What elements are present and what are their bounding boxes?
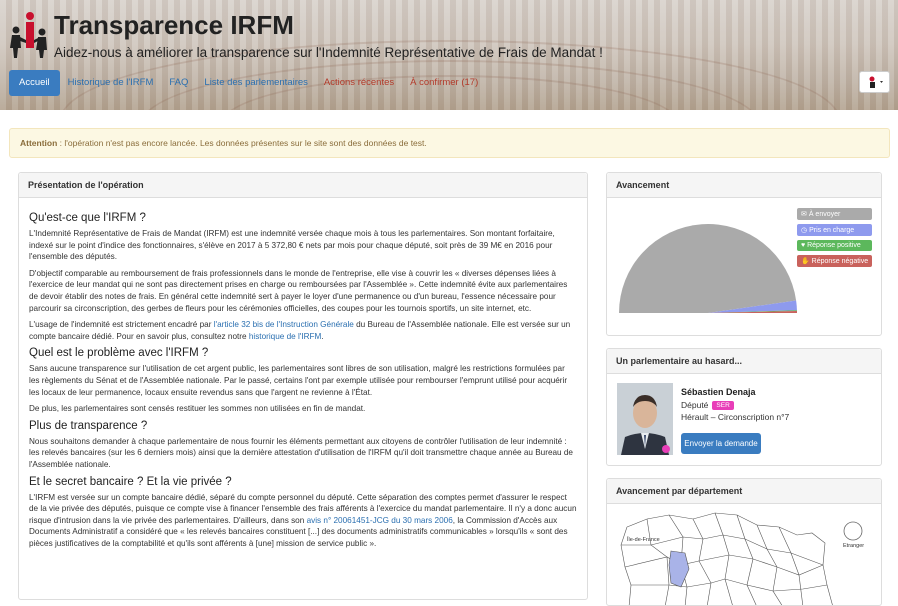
map-dept-line <box>692 518 712 605</box>
map-dept-line <box>714 512 733 605</box>
presentation-heading: Présentation de l'opération <box>19 173 587 198</box>
paragraph: L'usage de l'indemnité est strictement e… <box>29 319 577 342</box>
map-label-ile-de-france: Île-de-France <box>626 536 660 543</box>
map-dept-highlight[interactable] <box>668 550 690 588</box>
send-request-button[interactable]: Envoyer la demande <box>681 433 761 454</box>
main-nav: Accueil Historique de l'IRFM FAQ Liste d… <box>9 70 486 96</box>
legend-reponse-negative[interactable]: ✋ Réponse négative <box>797 255 873 267</box>
map-dept-line <box>624 554 824 576</box>
article-32-bis-link[interactable]: l'article 32 bis de l'Instruction Généra… <box>214 320 354 329</box>
avancement-panel: Avancement ✉ À envoyer ◷ Pris en charge … <box>606 172 882 336</box>
etranger-circle[interactable] <box>843 521 863 541</box>
paragraph: Sans aucune transparence sur l'utilisati… <box>29 364 568 397</box>
paragraph: Nous souhaitons demander à chaque parlem… <box>29 436 573 469</box>
legend-a-envoyer[interactable]: ✉ À envoyer <box>797 208 873 220</box>
site-header: Transparence IRFM Aidez-nous à améliorer… <box>0 0 898 110</box>
presentation-panel: Présentation de l'opération Qu'est-ce qu… <box>18 172 588 600</box>
text-span: . <box>321 331 324 341</box>
departement-panel: Avancement par département Île-de-France… <box>606 478 882 606</box>
user-avatar-icon <box>869 76 883 88</box>
map-dept-line <box>736 514 757 605</box>
deputy-role-label: Député <box>681 400 709 410</box>
cada-avis-link[interactable]: avis n° 20061451-JCG du 30 mars 2006 <box>307 516 453 525</box>
departement-heading: Avancement par département <box>607 479 881 504</box>
map-dept-line <box>756 524 783 605</box>
paragraph: L'IRFM est versée sur un compte bancaire… <box>29 492 577 550</box>
legend-label: Réponse négative <box>811 258 869 265</box>
tab-accueil[interactable]: Accueil <box>9 70 60 96</box>
paragraph: L'Indemnité Représentative de Frais de M… <box>29 229 555 262</box>
tab-historique[interactable]: Historique de l'IRFM <box>60 70 162 96</box>
section-title-probleme: Quel est le problème avec l'IRFM ? <box>29 347 209 360</box>
paragraph: De plus, les parlementaires sont censés … <box>29 404 366 414</box>
legend-pris-en-charge[interactable]: ◷ Pris en charge <box>797 224 873 236</box>
map-dept-line <box>631 578 828 592</box>
avancement-heading: Avancement <box>607 173 881 198</box>
deputy-portrait-icon <box>617 383 673 455</box>
random-deputy-heading: Un parlementaire au hasard... <box>607 349 881 374</box>
deputy-photo[interactable] <box>617 383 673 455</box>
slice-a-envoyer[interactable] <box>619 224 797 313</box>
historique-link[interactable]: historique de l'IRFM <box>249 332 322 341</box>
tab-liste-parlementaires[interactable]: Liste des parlementaires <box>196 70 316 96</box>
legend-label: Réponse positive <box>807 242 861 249</box>
logo-icon[interactable] <box>8 10 48 60</box>
map-dept-line <box>778 526 804 605</box>
map-dept-line <box>646 518 670 605</box>
france-departments-map[interactable]: Île-de-France Etranger <box>607 505 882 606</box>
map-border-north <box>626 512 833 605</box>
section-title-irfm: Qu'est-ce que l'IRFM ? <box>29 212 146 224</box>
legend-label: Pris en charge <box>809 227 855 234</box>
deputy-name[interactable]: Sébastien Denaja <box>681 387 756 397</box>
user-menu-button[interactable] <box>859 71 890 93</box>
random-deputy-panel: Un parlementaire au hasard... Sébastien … <box>606 348 882 466</box>
legend-reponse-positive[interactable]: ♥ Réponse positive <box>797 240 873 251</box>
site-title[interactable]: Transparence IRFM <box>54 10 294 41</box>
paragraph: D'objectif comparable au remboursement d… <box>29 268 568 313</box>
avancement-half-pie-chart <box>619 224 797 313</box>
tab-a-confirmer[interactable]: À confirmer (17) <box>402 70 486 96</box>
tab-faq[interactable]: FAQ <box>161 70 196 96</box>
alert-strong: Attention <box>20 138 58 148</box>
deputy-role: Député SER <box>681 400 734 410</box>
test-data-alert: Attention : l'opération n'est pas encore… <box>9 128 890 158</box>
alert-text: : l'opération n'est pas encore lancée. L… <box>57 138 427 148</box>
site-subtitle: Aidez-nous à améliorer la transparence s… <box>54 45 603 60</box>
deputy-circonscription: Hérault – Circonscription n°7 <box>681 412 790 422</box>
legend-label: À envoyer <box>808 211 841 218</box>
avancement-legend: ✉ À envoyer ◷ Pris en charge ♥ Réponse p… <box>797 208 873 267</box>
text-span: L'usage de l'indemnité est strictement e… <box>29 320 214 330</box>
section-title-secret-bancaire: Et le secret bancaire ? Et la vie privée… <box>29 475 232 488</box>
tab-actions-recentes[interactable]: Actions récentes <box>316 70 402 96</box>
section-title-transparence: Plus de transparence ? <box>29 419 148 432</box>
map-label-etranger: Etranger <box>843 543 864 549</box>
party-badge: SER <box>712 400 734 410</box>
